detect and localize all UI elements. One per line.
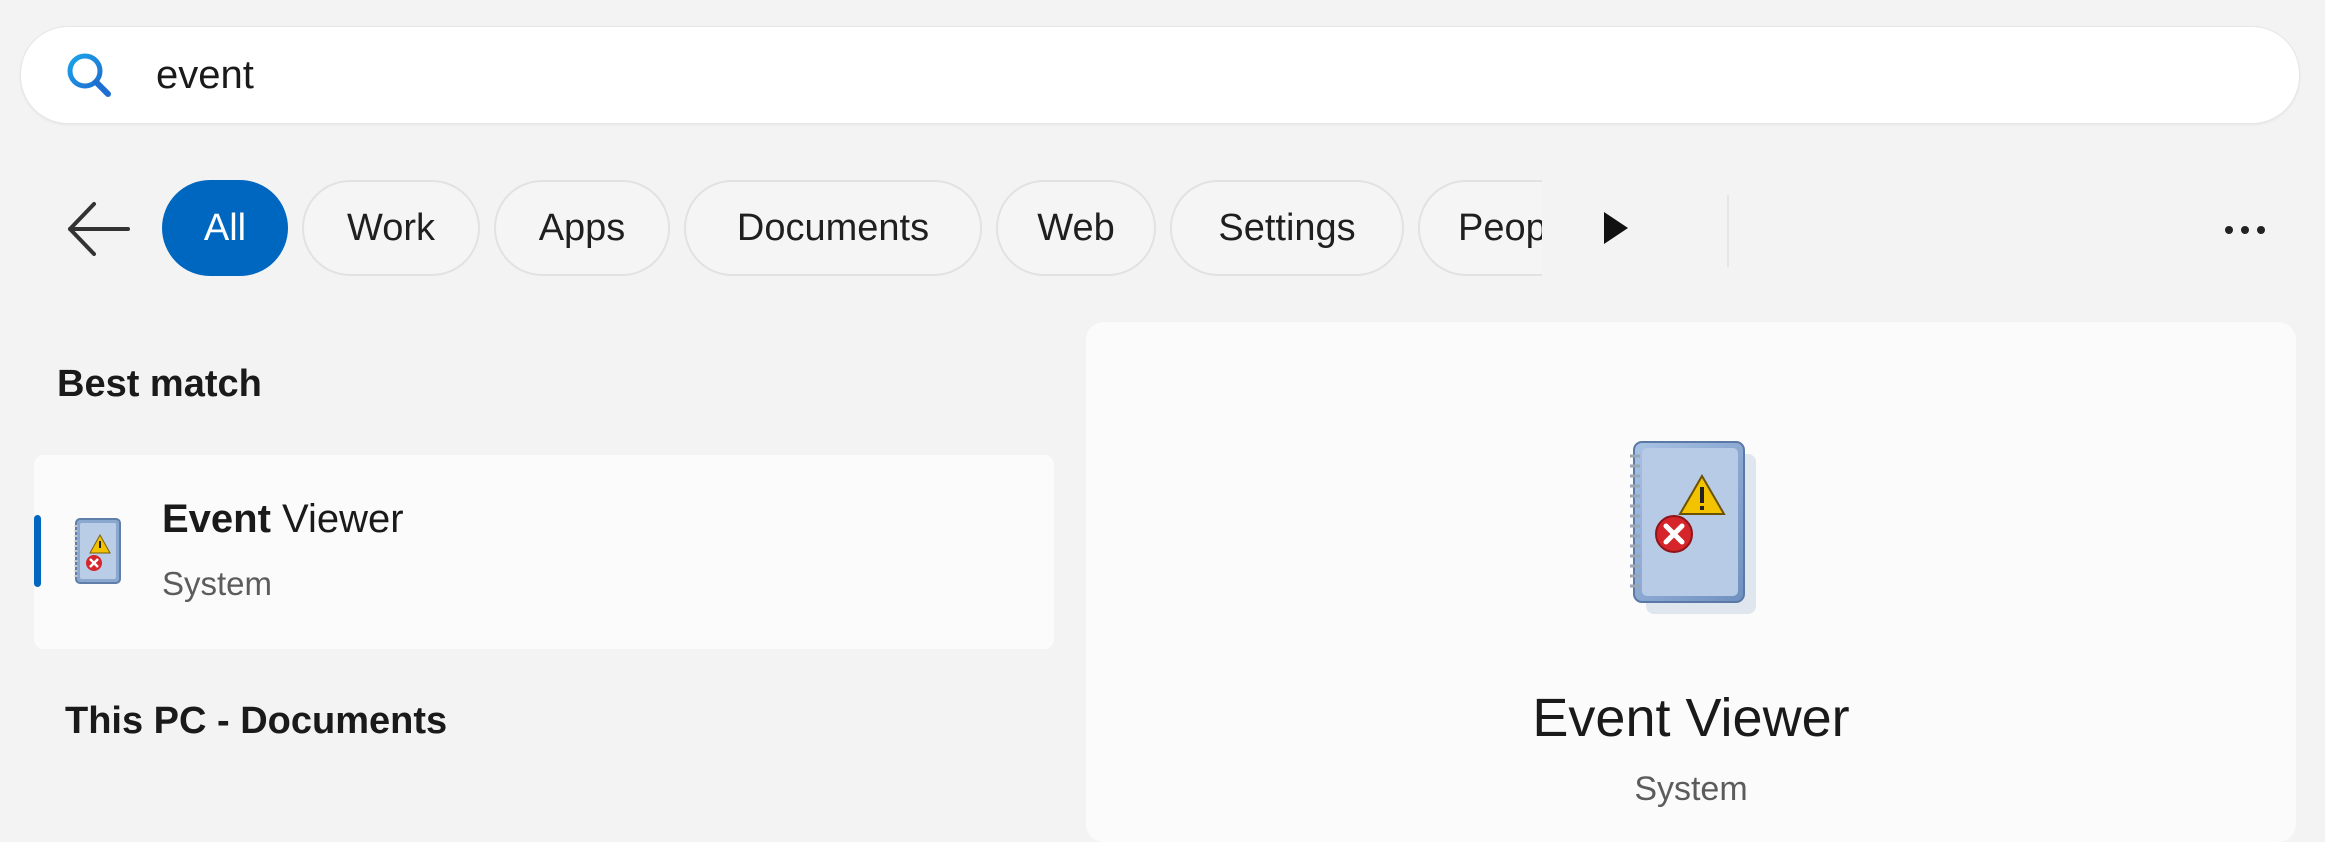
divider [1727,195,1729,267]
best-match-heading: Best match [57,363,262,405]
filter-chip-web[interactable]: Web [996,180,1156,276]
filter-chip-work[interactable]: Work [302,180,480,276]
back-arrow-icon[interactable] [62,198,134,260]
best-match-title-bold: Event [162,497,271,541]
ellipsis-icon [2241,226,2249,234]
preview-panel: Event Viewer System [1086,322,2296,842]
search-icon [67,53,111,97]
search-bar[interactable] [20,26,2300,124]
filter-chip-settings[interactable]: Settings [1170,180,1404,276]
preview-subtitle: System [1634,770,1748,808]
filter-chip-people[interactable]: Peop [1418,180,1542,276]
preview-title: Event Viewer [1532,688,1850,748]
search-input[interactable] [156,45,2056,105]
more-options-button[interactable] [2210,200,2280,260]
filter-chip-documents[interactable]: Documents [684,180,982,276]
best-match-title: Event Viewer [162,497,404,542]
filter-chip-all[interactable]: All [162,180,288,276]
best-match-subtitle: System [162,565,273,602]
ellipsis-icon [2257,226,2265,234]
event-viewer-icon [74,518,121,584]
best-match-title-rest: Viewer [270,497,404,541]
more-filters-arrow-icon[interactable] [1600,210,1630,246]
filter-tabs: All Work Apps Documents Web Settings Peo… [162,180,1542,280]
ellipsis-icon [2225,226,2233,234]
filter-chip-apps[interactable]: Apps [494,180,670,276]
selection-indicator [34,515,41,587]
documents-section-heading[interactable]: This PC - Documents [65,700,447,743]
event-viewer-icon [1630,441,1756,614]
best-match-result[interactable]: Event Viewer System [34,455,1054,649]
